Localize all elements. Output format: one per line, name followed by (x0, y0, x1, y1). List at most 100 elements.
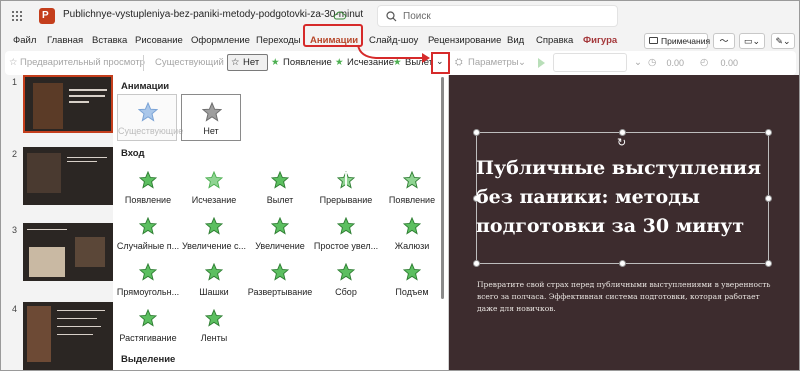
tab-review[interactable]: Рецензирование (428, 35, 501, 46)
entrance-appear-option[interactable]: Появление (115, 171, 181, 213)
entrance-split-option[interactable]: Прерывание (313, 171, 379, 213)
entrance-compress-option[interactable]: Сбор (313, 263, 379, 305)
entrance-expand-option[interactable]: Развертывание (247, 263, 313, 305)
existing-animation-option[interactable]: Существующие (117, 94, 184, 141)
tab-home[interactable]: Главная (47, 35, 83, 46)
slide-number: 4 (12, 304, 18, 314)
star-green-icon (205, 171, 223, 189)
option-label: Прерывание (319, 195, 373, 205)
none-animation-label: Нет (243, 57, 260, 68)
slide-subtitle[interactable]: Превратите свой страх перед публичными в… (477, 279, 773, 315)
star-gray-icon (202, 102, 222, 122)
appear-star-icon: ★ (271, 57, 280, 68)
tab-view[interactable]: Вид (507, 35, 524, 46)
tab-design[interactable]: Оформление (191, 35, 250, 46)
duration-input[interactable]: 0.00 (646, 55, 684, 71)
tab-help[interactable]: Справка (536, 35, 573, 46)
tab-shape-format[interactable]: Фигура (583, 35, 617, 46)
slide-thumbnail-4[interactable] (23, 302, 113, 370)
ribbon-separator (143, 55, 144, 71)
slide-thumbnail-1[interactable] (23, 75, 113, 133)
entrance-rise-up-option[interactable]: Подъем (379, 263, 445, 305)
option-label: Растягивание (119, 333, 177, 343)
entrance-appear2-option[interactable]: Появление (379, 171, 445, 213)
entrance-section-header: Вход (121, 148, 145, 159)
scrollbar-thumb[interactable] (441, 77, 444, 299)
trigger-dropdown[interactable] (553, 53, 627, 72)
existing-animation-button[interactable]: Существующий (155, 51, 224, 75)
notes-icon (649, 37, 658, 44)
option-label: Жалюзи (394, 241, 430, 251)
document-title[interactable]: Publichnye-vystupleniya-bez-paniki-metod… (63, 9, 363, 20)
entrance-blinds-option[interactable]: Жалюзи (379, 217, 445, 259)
resize-handle[interactable] (619, 129, 626, 136)
powerpoint-logo-icon: P (39, 8, 55, 24)
entrance-fade-option[interactable]: Исчезание (181, 171, 247, 213)
option-label: Ленты (200, 333, 228, 343)
present-button[interactable]: ▭⌄ (739, 33, 765, 49)
star-green-icon (139, 309, 157, 327)
app-launcher-icon[interactable] (12, 11, 22, 21)
entrance-stretch-option[interactable]: Растягивание (115, 309, 181, 351)
entrance-random-bars-option[interactable]: Случайные п... (115, 217, 181, 259)
entrance-zoom-option[interactable]: Увеличение (247, 217, 313, 259)
delay-input[interactable]: 0.00 (700, 55, 738, 71)
entrance-strips-option[interactable]: Ленты (181, 309, 247, 351)
fade-star-icon: ★ (335, 57, 344, 68)
star-green-icon (205, 263, 223, 281)
chevron-down-icon[interactable]: ⌄ (354, 10, 361, 19)
animations-gallery-dropdown: Анимации Существующие Нет Вход Появление… (113, 75, 449, 370)
option-label: Увеличение (255, 241, 305, 251)
resize-handle[interactable] (765, 129, 772, 136)
star-green-icon (205, 217, 223, 235)
animations-section-header: Анимации (121, 81, 170, 92)
play-icon[interactable] (538, 58, 545, 68)
app-window: P Publichnye-vystupleniya-bez-paniki-met… (0, 0, 800, 371)
resize-handle[interactable] (473, 129, 480, 136)
resize-handle[interactable] (765, 260, 772, 267)
search-box[interactable]: Поиск (377, 5, 618, 27)
none-animation-option[interactable]: Нет (181, 94, 241, 141)
star-outline-icon (138, 102, 158, 122)
record-button[interactable]: 〜 (713, 33, 735, 49)
gallery-scrollbar[interactable] (440, 77, 446, 299)
resize-handle[interactable] (619, 260, 626, 267)
entrance-checkerboard-option[interactable]: Шашки (181, 263, 247, 305)
star-green-icon (139, 217, 157, 235)
existing-animation-label: Существующие (118, 126, 184, 136)
option-label: Исчезание (191, 195, 237, 205)
current-slide[interactable]: ↻ Публичные выступления без паники: мето… (449, 75, 799, 370)
chevron-down-icon: ⌄ (518, 57, 526, 68)
edit-mode-button[interactable]: ✎⌄ (771, 33, 795, 49)
notes-button[interactable]: Примечания (644, 33, 710, 49)
star-green-icon (271, 263, 289, 281)
slide-number: 1 (12, 77, 18, 87)
entrance-grow-turn-option[interactable]: Увеличение с... (181, 217, 247, 259)
tab-draw[interactable]: Рисование (135, 35, 183, 46)
emphasis-section-header: Выделение (121, 354, 176, 365)
chevron-down-icon: ⌄ (634, 57, 642, 68)
none-star-icon: ☆ (231, 57, 240, 68)
resize-handle[interactable] (473, 260, 480, 267)
tab-file[interactable]: Файл (13, 35, 36, 46)
slide-thumbnail-2[interactable] (23, 147, 113, 205)
slide-thumbnail-3[interactable] (23, 223, 113, 281)
effect-options-button[interactable]: Параметры (468, 51, 519, 75)
star-green-icon (337, 263, 355, 281)
star-green-icon (403, 217, 421, 235)
option-label: Шашки (199, 287, 229, 297)
option-label: Простое увел... (313, 241, 379, 251)
entrance-box-option[interactable]: Прямоугольн... (115, 263, 181, 305)
tab-transitions[interactable]: Переходы (256, 35, 301, 46)
chevron-down-icon: ⌄ (436, 56, 444, 66)
star-green-icon (271, 217, 289, 235)
appear-animation-button[interactable]: Появление (283, 51, 332, 75)
entrance-fly-option[interactable]: Вылет (247, 171, 313, 213)
tab-insert[interactable]: Вставка (92, 35, 127, 46)
option-label: Развертывание (247, 287, 313, 297)
slide-title[interactable]: Публичные выступления без паники: методы… (476, 154, 767, 241)
entrance-basic-zoom-option[interactable]: Простое увел... (313, 217, 379, 259)
option-label: Подъем (395, 287, 429, 297)
preview-button[interactable]: Предварительный просмотр (20, 51, 145, 75)
none-animation-label: Нет (203, 126, 219, 136)
